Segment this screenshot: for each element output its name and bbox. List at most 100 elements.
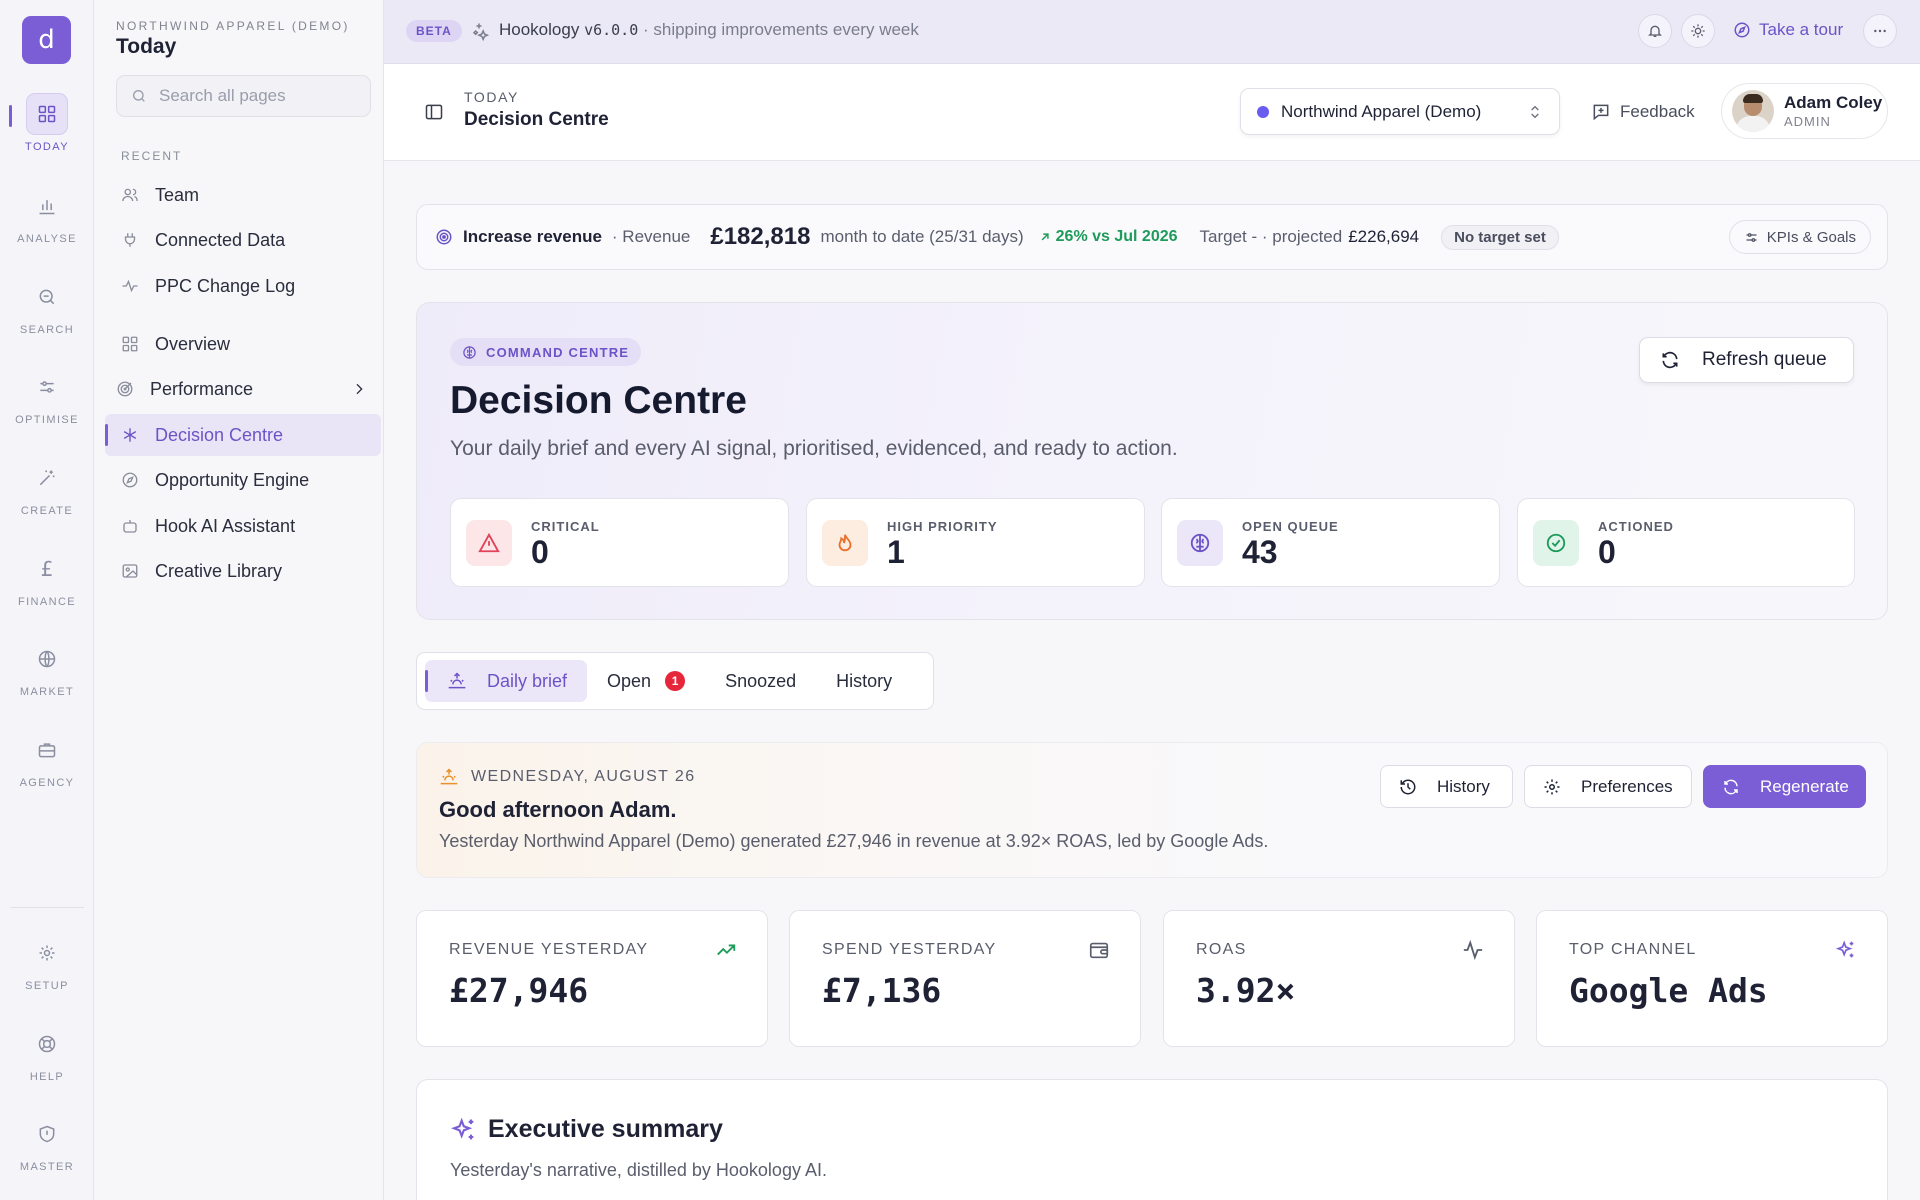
wallet-icon <box>1089 942 1109 959</box>
rail-item-help[interactable]: HELP <box>0 1023 94 1093</box>
feedback-button[interactable]: Feedback <box>1591 102 1695 122</box>
theme-toggle-button[interactable] <box>1681 14 1715 48</box>
bot-icon <box>123 520 137 533</box>
decision-tabs: Daily brief Open 1 Snoozed History <box>416 652 934 710</box>
no-target-badge: No target set <box>1441 224 1559 250</box>
rail-item-create[interactable]: CREATE <box>0 457 94 527</box>
sidebar-item-overview[interactable]: Overview <box>105 323 381 365</box>
rail-item-master[interactable]: MASTER <box>0 1113 94 1183</box>
rail-item-analyse[interactable]: ANALYSE <box>0 185 94 255</box>
rail-item-search[interactable]: SEARCH <box>0 276 94 346</box>
stat-actioned[interactable]: ACTIONED 0 <box>1517 498 1855 587</box>
image-icon <box>122 564 138 578</box>
history-button[interactable]: History <box>1380 765 1513 808</box>
breadcrumb: TODAY <box>464 89 519 105</box>
tab-open[interactable]: Open 1 <box>587 660 705 702</box>
pound-icon: £ <box>40 557 54 581</box>
search-icon <box>39 289 55 305</box>
refresh-icon <box>1662 351 1678 369</box>
exec-subtitle: Yesterday's narrative, distilled by Hook… <box>450 1160 827 1180</box>
message-plus-icon <box>1593 104 1609 121</box>
kpis-goals-button[interactable]: KPIs & Goals <box>1728 220 1871 254</box>
tab-history[interactable]: History <box>816 660 912 702</box>
grid-icon <box>38 105 56 123</box>
rail-item-setup[interactable]: SETUP <box>0 932 94 1002</box>
tab-daily-brief[interactable]: Daily brief <box>425 660 588 702</box>
trending-up-icon <box>717 944 736 956</box>
sidebar-item-performance[interactable]: Performance <box>105 368 381 410</box>
users-icon <box>122 188 138 202</box>
take-a-tour-link[interactable]: Take a tour <box>1733 20 1843 40</box>
rail-item-optimise[interactable]: OPTIMISE <box>0 366 94 436</box>
compass-icon <box>1734 22 1750 38</box>
goal-target-icon <box>436 229 452 245</box>
sparkles-icon <box>472 23 489 41</box>
flame-icon <box>838 534 852 552</box>
sidebar-item-opportunity-engine[interactable]: Opportunity Engine <box>105 459 381 501</box>
notifications-button[interactable] <box>1638 14 1672 48</box>
check-circle-icon <box>1546 533 1566 553</box>
rail-item-market[interactable]: MARKET <box>0 638 94 708</box>
rail-item-finance[interactable]: £ FINANCE <box>0 548 94 618</box>
more-options-button[interactable] <box>1863 14 1897 48</box>
user-name: Adam Coley <box>1784 93 1883 112</box>
hero-title: Decision Centre <box>450 379 747 422</box>
stat-high-priority[interactable]: HIGH PRIORITY 1 <box>806 498 1145 587</box>
brain-icon <box>1190 533 1210 553</box>
search-input[interactable]: Search all pages <box>116 75 371 117</box>
command-centre-badge: COMMAND CENTRE <box>450 338 642 366</box>
plug-icon <box>124 233 136 247</box>
refresh-icon <box>1724 779 1738 794</box>
recent-label: RECENT <box>121 149 183 163</box>
search-placeholder: Search all pages <box>159 86 286 105</box>
chevron-up-down-icon <box>1531 105 1539 119</box>
sidebar-item-team[interactable]: Team <box>105 174 381 216</box>
preferences-button[interactable]: Preferences <box>1524 765 1692 808</box>
globe-icon <box>38 650 56 668</box>
sidebar-item-hook-ai-assistant[interactable]: Hook AI Assistant <box>105 505 381 547</box>
refresh-queue-button[interactable]: Refresh queue <box>1639 337 1854 383</box>
sidebar-toggle-icon[interactable] <box>424 102 444 122</box>
stat-critical[interactable]: CRITICAL 0 <box>450 498 789 587</box>
kpi-goal: Increase revenue <box>463 227 602 246</box>
gear-icon <box>39 945 55 961</box>
brief-summary: Yesterday Northwind Apparel (Demo) gener… <box>439 831 1269 851</box>
pulse-icon <box>1463 939 1483 961</box>
briefcase-icon <box>38 743 56 758</box>
sidebar-item-ppc-change-log[interactable]: PPC Change Log <box>105 265 381 307</box>
metric-spend-yesterday: SPEND YESTERDAY £7,136 <box>789 910 1141 1047</box>
stat-open-queue[interactable]: OPEN QUEUE 43 <box>1161 498 1500 587</box>
sparkles-icon <box>1835 940 1854 958</box>
page-header: TODAY Decision Centre Northwind Apparel … <box>384 64 1920 161</box>
app-logo[interactable]: d <box>22 16 71 64</box>
kpi-projected: £226,694 <box>1348 227 1420 246</box>
sliders-icon <box>40 381 54 393</box>
open-count-badge: 1 <box>665 671 686 691</box>
account-select[interactable]: Northwind Apparel (Demo) <box>1240 88 1560 135</box>
regenerate-button[interactable]: Regenerate <box>1703 765 1866 808</box>
target-icon <box>117 381 133 397</box>
tab-snoozed[interactable]: Snoozed <box>705 660 816 702</box>
daily-brief-card: WEDNESDAY, AUGUST 26 Good afternoon Adam… <box>416 742 1888 878</box>
sunrise-icon <box>440 768 458 785</box>
sidebar-item-connected-data[interactable]: Connected Data <box>105 219 381 261</box>
sidebar-title: Today <box>116 35 177 58</box>
sidebar-item-decision-centre[interactable]: Decision Centre <box>105 414 381 456</box>
avatar <box>1732 90 1774 132</box>
bell-icon <box>1648 25 1662 37</box>
history-icon <box>1400 778 1416 794</box>
rail-item-agency[interactable]: AGENCY <box>0 729 94 799</box>
kpi-target: Target - · projected <box>1199 227 1343 246</box>
alert-triangle-icon <box>478 532 500 553</box>
kpi-strip: Increase revenue · Revenue £182,818 mont… <box>416 204 1888 270</box>
brief-greeting: Good afternoon Adam. <box>439 797 677 822</box>
activity-icon <box>122 279 138 293</box>
sidebar-item-creative-library[interactable]: Creative Library <box>105 550 381 592</box>
search-icon <box>133 90 145 102</box>
asterisk-icon <box>123 428 137 442</box>
user-menu[interactable]: Adam Coley ADMIN <box>1721 83 1888 139</box>
workspace-label: NORTHWIND APPAREL (DEMO) <box>116 19 350 33</box>
rail-item-today[interactable]: TODAY <box>0 93 94 163</box>
kpi-amount: £182,818 <box>710 223 811 250</box>
kpi-period: month to date (25/31 days) <box>820 227 1024 246</box>
